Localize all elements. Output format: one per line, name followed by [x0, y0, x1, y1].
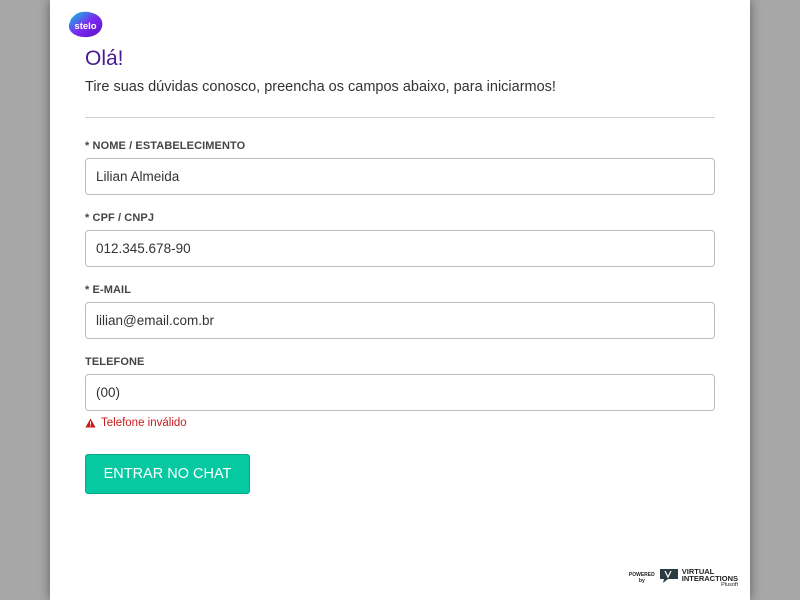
- name-label: * NOME / ESTABELECIMENTO: [85, 140, 246, 152]
- divider: [85, 117, 715, 118]
- powered-by-text: POWERED by: [628, 572, 655, 584]
- phone-error-message: Telefone inválido: [85, 417, 187, 429]
- virtual-interactions-logo-icon: [659, 568, 679, 589]
- stelo-logo-icon: stelo: [68, 10, 104, 38]
- email-input[interactable]: [85, 302, 715, 339]
- powered-by-badge: POWERED by VIRTUAL INTERACTIONS Plusoft: [628, 566, 738, 589]
- cpf-cnpj-input[interactable]: [85, 230, 715, 267]
- enter-chat-button[interactable]: ENTRAR NO CHAT: [85, 454, 250, 494]
- chat-form-panel: stelo Olá! Tire suas dúvidas conosco, pr…: [50, 0, 750, 600]
- warning-icon: [85, 418, 96, 428]
- virtual-interactions-text: VIRTUAL INTERACTIONS Plusoft: [681, 566, 738, 588]
- name-input[interactable]: [85, 158, 715, 195]
- email-label: * E-MAIL: [85, 284, 132, 296]
- svg-text:stelo: stelo: [74, 21, 96, 32]
- cpf-cnpj-label: * CPF / CNPJ: [85, 212, 155, 224]
- phone-error-text: Telefone inválido: [101, 417, 187, 429]
- phone-input[interactable]: [85, 374, 715, 411]
- phone-label: TELEFONE: [85, 356, 145, 368]
- page-title: Olá!: [85, 47, 124, 70]
- page-subtitle: Tire suas dúvidas conosco, preencha os c…: [85, 79, 556, 95]
